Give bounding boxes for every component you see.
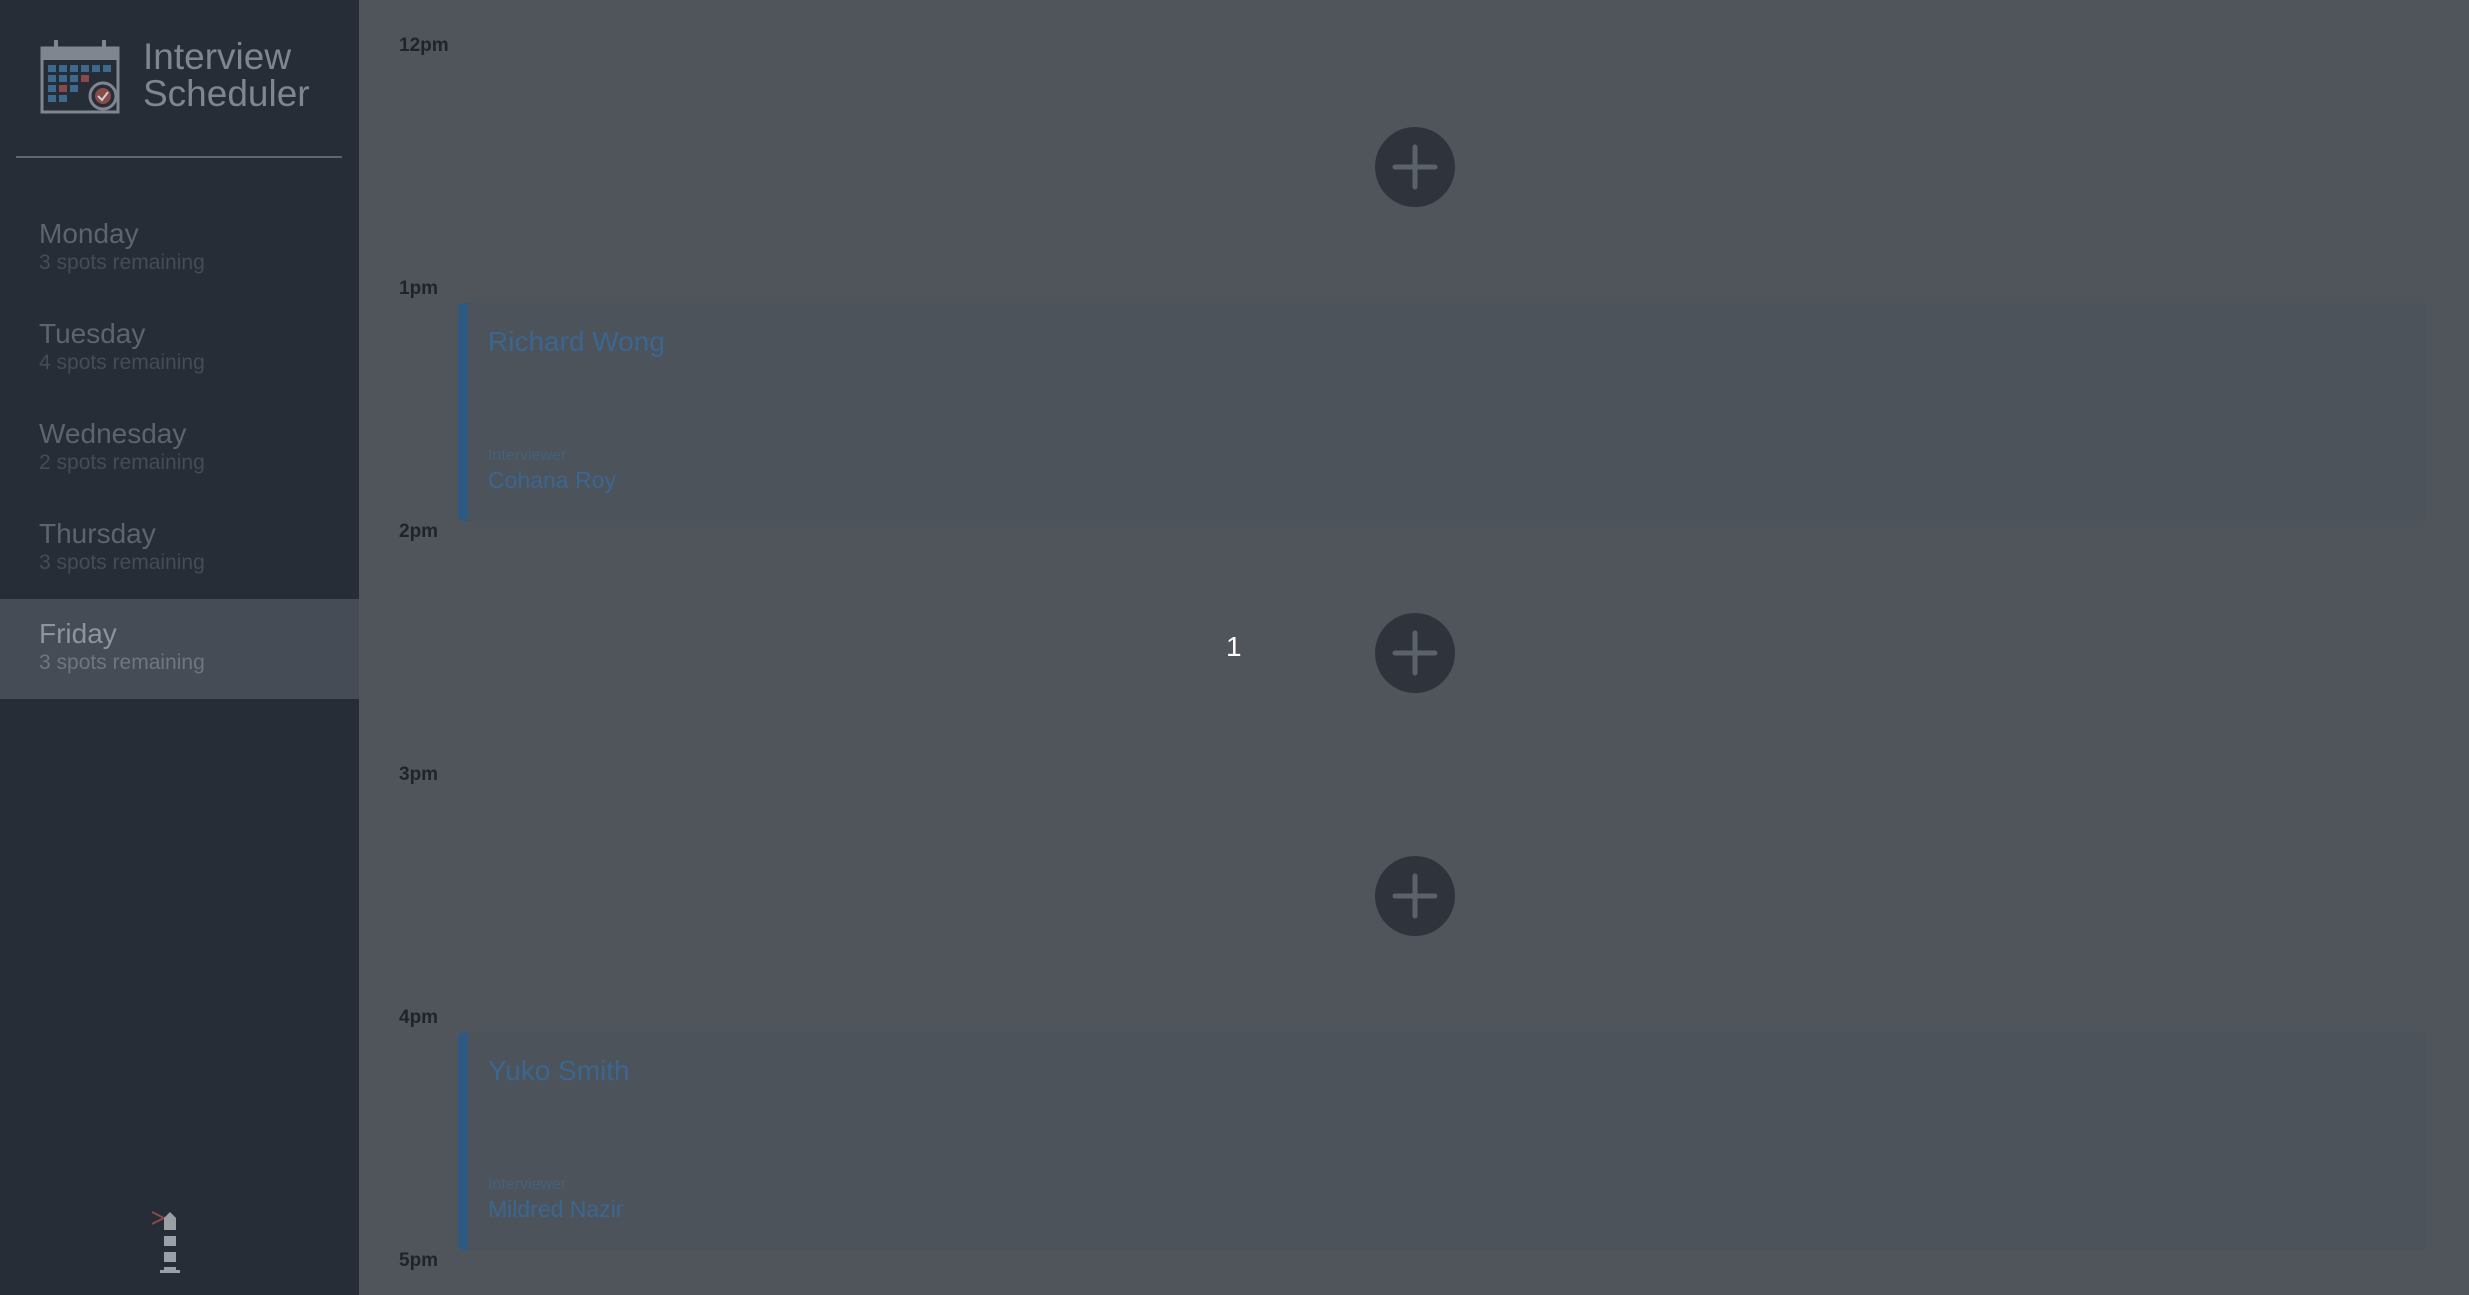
day-spots: 3 spots remaining	[39, 251, 205, 274]
time-label: 12pm	[399, 35, 449, 56]
slot-5pm: 5pm	[359, 1215, 2469, 1295]
day-name: Wednesday	[39, 418, 187, 449]
day-name: Tuesday	[39, 318, 146, 349]
plus-icon	[1392, 144, 1438, 190]
day-list: Monday 3 spots remaining Tuesday 4 spots…	[0, 199, 359, 699]
app-title-line2: Scheduler	[143, 73, 310, 114]
slot-1pm: 1pm Richard Wong Interviewer Cohana Roy	[359, 243, 2469, 521]
slot-3pm: 3pm	[359, 729, 2469, 972]
time-label: 3pm	[399, 764, 439, 785]
interviewer-caption: Interviewer	[488, 447, 567, 464]
calendar-icon	[40, 40, 120, 114]
interviewer-caption: Interviewer	[488, 1176, 567, 1193]
lighthouse-icon	[151, 1211, 180, 1273]
add-appointment-button[interactable]	[1375, 613, 1455, 693]
day-item-friday[interactable]: Friday 3 spots remaining	[0, 599, 359, 699]
day-item-wednesday[interactable]: Wednesday 2 spots remaining	[0, 399, 359, 499]
day-spots: 3 spots remaining	[39, 651, 205, 674]
slot-12pm: 12pm	[359, 0, 2469, 243]
time-label: 1pm	[399, 278, 439, 299]
sidebar: Interview Scheduler Monday 3 spots remai…	[0, 0, 359, 1295]
day-spots: 2 spots remaining	[39, 451, 205, 474]
day-spots: 3 spots remaining	[39, 551, 205, 574]
add-appointment-button[interactable]	[1375, 856, 1455, 936]
day-spots: 4 spots remaining	[39, 351, 205, 374]
add-appointment-button[interactable]	[1375, 127, 1455, 207]
day-item-monday[interactable]: Monday 3 spots remaining	[0, 199, 359, 299]
day-item-tuesday[interactable]: Tuesday 4 spots remaining	[0, 299, 359, 399]
day-name: Thursday	[39, 518, 156, 549]
slot-2pm: 2pm	[359, 486, 2469, 729]
app-title: Interview Scheduler	[143, 38, 310, 112]
brand: Interview Scheduler	[40, 36, 340, 116]
overlay-number: 1	[1226, 631, 1242, 662]
app-title-line1: Interview	[143, 36, 292, 77]
time-label: 5pm	[399, 1250, 439, 1271]
plus-icon	[1392, 630, 1438, 676]
time-label: 2pm	[399, 521, 439, 542]
time-label: 4pm	[399, 1007, 439, 1028]
student-name: Yuko Smith	[488, 1055, 630, 1086]
day-name: Friday	[39, 618, 117, 649]
slot-4pm: 4pm Yuko Smith Interviewer Mildred Nazir	[359, 972, 2469, 1250]
plus-icon	[1392, 873, 1438, 919]
schedule: 12pm 1pm Richard Wong Interviewer Cohana…	[359, 0, 2469, 1295]
day-item-thursday[interactable]: Thursday 3 spots remaining	[0, 499, 359, 599]
sidebar-divider	[16, 156, 342, 158]
student-name: Richard Wong	[488, 326, 665, 357]
day-name: Monday	[39, 218, 139, 249]
